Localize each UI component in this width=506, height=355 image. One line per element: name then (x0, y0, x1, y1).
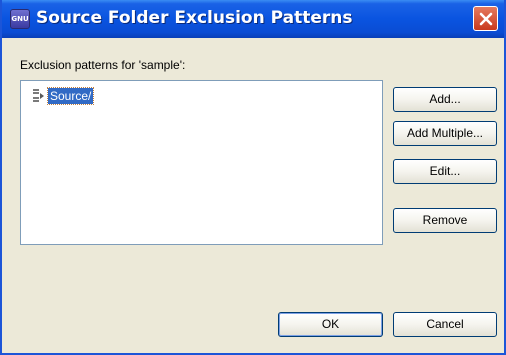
cancel-button[interactable]: Cancel (393, 312, 497, 337)
close-icon (479, 12, 493, 26)
title-bar[interactable]: GNU Source Folder Exclusion Patterns (2, 0, 504, 38)
app-icon: GNU (10, 9, 30, 29)
exclusion-pattern-icon (33, 89, 44, 102)
add-button[interactable]: Add... (393, 87, 497, 112)
remove-button[interactable]: Remove (393, 208, 497, 233)
window-title: Source Folder Exclusion Patterns (36, 8, 353, 28)
patterns-list-label: Exclusion patterns for 'sample': (20, 58, 186, 72)
close-button[interactable] (473, 6, 498, 31)
ok-button[interactable]: OK (278, 312, 383, 337)
exclusion-patterns-list[interactable]: Source/ (20, 80, 383, 245)
list-item-label: Source/ (46, 87, 95, 105)
edit-button[interactable]: Edit... (393, 159, 497, 184)
dialog-window: GNU Source Folder Exclusion Patterns Exc… (0, 0, 506, 355)
list-item[interactable]: Source/ (31, 87, 95, 105)
add-multiple-button[interactable]: Add Multiple... (393, 121, 497, 146)
